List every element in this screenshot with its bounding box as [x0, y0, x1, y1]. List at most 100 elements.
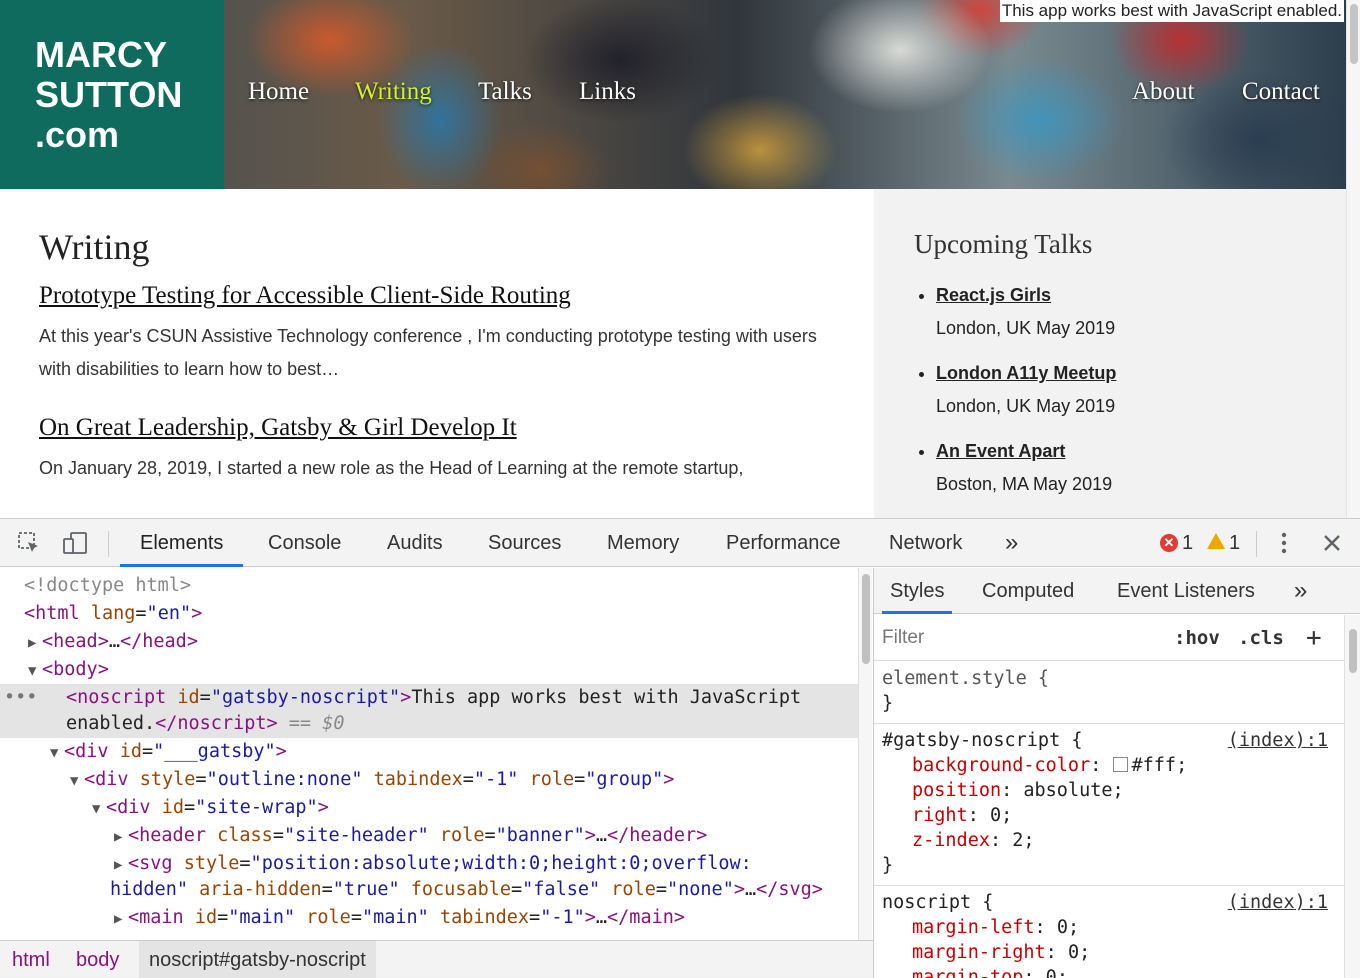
site-logo[interactable]: MARCY SUTTON .com — [0, 0, 224, 189]
expand-arrow-icon[interactable]: ▶ — [28, 629, 42, 657]
dom-breadcrumb: html body noscript#gatsby-noscript — [0, 940, 873, 978]
nav-writing[interactable]: Writing — [355, 78, 432, 106]
tab-computed[interactable]: Computed — [974, 568, 1082, 614]
node-menu-icon[interactable]: ••• — [4, 684, 37, 712]
page-scrollbar[interactable] — [1346, 0, 1360, 518]
collapse-arrow-icon[interactable]: ▼ — [92, 795, 106, 823]
talk-link[interactable]: An Event Apart — [936, 441, 1065, 461]
style-rule-gatsby-noscript[interactable]: #gatsby-noscript { (index):1 background-… — [874, 724, 1344, 886]
device-toolbar-icon[interactable] — [62, 531, 88, 557]
dom-head[interactable]: ▶ <head>…</head> — [28, 628, 198, 656]
style-property[interactable]: z-index: 2; — [882, 828, 1336, 853]
breadcrumb-body[interactable]: body — [66, 941, 129, 978]
dom-html[interactable]: <html lang="en"> — [24, 600, 202, 628]
collapse-arrow-icon[interactable]: ▼ — [50, 739, 64, 767]
tab-console[interactable]: Console — [248, 519, 361, 567]
toolbar-divider — [1256, 531, 1257, 557]
style-property[interactable]: margin-left: 0; — [882, 915, 1336, 940]
talk-link[interactable]: London A11y Meetup — [936, 363, 1116, 383]
tab-memory[interactable]: Memory — [587, 519, 699, 567]
rule-close-brace: } — [882, 855, 894, 876]
tab-styles[interactable]: Styles — [882, 568, 953, 614]
collapse-arrow-icon[interactable]: ▼ — [70, 767, 84, 795]
dom-div-gatsby[interactable]: ▼ <div id="___gatsby"> — [50, 738, 287, 766]
collapse-arrow-icon[interactable]: ▼ — [28, 657, 42, 685]
nav-about[interactable]: About — [1132, 78, 1195, 106]
dom-main[interactable]: ▶ <main id="main" role="main" tabindex="-… — [114, 904, 685, 932]
styles-filter-bar: :hov .cls + — [874, 615, 1344, 661]
sidebar: Upcoming Talks React.js Girls London, UK… — [874, 189, 1346, 518]
nav-home[interactable]: Home — [248, 78, 309, 106]
tab-elements[interactable]: Elements — [120, 519, 244, 567]
logo-line-2: SUTTON — [35, 74, 183, 115]
nav-links[interactable]: Links — [579, 78, 636, 106]
noscript-message: This app works best with JavaScript enab… — [999, 0, 1344, 22]
toolbar-divider — [108, 531, 109, 557]
tab-network[interactable]: Network — [869, 519, 982, 567]
dom-svg[interactable]: ▶ <svg style="position:absolute;width:0;h… — [114, 850, 752, 878]
error-count: 1 — [1182, 532, 1194, 554]
talk-link[interactable]: React.js Girls — [936, 285, 1051, 305]
rule-selector: element.style { — [882, 668, 1050, 689]
tab-audits[interactable]: Audits — [367, 519, 463, 567]
kebab-menu-icon[interactable] — [1271, 531, 1297, 557]
tab-event-listeners[interactable]: Event Listeners — [1109, 568, 1263, 614]
dom-div-group[interactable]: ▼ <div style="outline:none" tabindex="-1"… — [70, 766, 674, 794]
elements-scrollbar[interactable] — [858, 568, 872, 940]
breadcrumb-html[interactable]: html — [2, 941, 60, 978]
dom-noscript-selected[interactable]: <noscript id="gatsby-noscript">This app … — [66, 684, 801, 712]
styles-tabbar: Styles Computed Event Listeners » — [874, 568, 1360, 614]
styles-pane: Styles Computed Event Listeners » :hov .… — [873, 568, 1360, 978]
nav-contact[interactable]: Contact — [1242, 78, 1320, 106]
post-title-2[interactable]: On Great Leadership, Gatsby & Girl Devel… — [39, 412, 839, 444]
styles-scrollbar[interactable] — [1344, 615, 1360, 978]
main-content: Writing Prototype Testing for Accessible… — [39, 222, 839, 485]
elements-tree: <!doctype html> <html lang="en"> ▶ <head>… — [0, 568, 858, 940]
warning-counter[interactable]: 1 — [1207, 531, 1240, 555]
error-icon: ✕ — [1160, 534, 1178, 552]
expand-arrow-icon[interactable]: ▶ — [114, 905, 128, 933]
add-rule-icon[interactable]: + — [1306, 623, 1322, 653]
style-property[interactable]: margin-top: 0; — [882, 965, 1336, 978]
hov-toggle[interactable]: :hov — [1174, 623, 1220, 653]
more-tabs-icon[interactable]: » — [985, 519, 1038, 567]
more-panes-icon[interactable]: » — [1286, 568, 1315, 614]
warning-icon — [1207, 533, 1225, 549]
devtools-toolbar: Elements Console Audits Sources Memory P… — [0, 519, 1360, 567]
styles-scrollbar-thumb[interactable] — [1349, 629, 1357, 673]
talk-item: React.js Girls London, UK May 2019 — [936, 279, 1346, 345]
color-swatch[interactable] — [1112, 757, 1128, 772]
rule-source-link[interactable]: (index):1 — [1228, 728, 1328, 753]
style-rule-noscript[interactable]: noscript { (index):1 margin-left: 0; mar… — [874, 886, 1344, 978]
tab-sources[interactable]: Sources — [468, 519, 581, 567]
style-property[interactable]: background-color: #fff; — [882, 753, 1336, 778]
dom-svg-cont: hidden" aria-hidden="true" focusable="fa… — [110, 879, 823, 900]
style-property[interactable]: position: absolute; — [882, 778, 1336, 803]
elements-scrollbar-thumb[interactable] — [862, 574, 870, 664]
close-icon[interactable] — [1319, 531, 1345, 557]
talk-item: London A11y Meetup London, UK May 2019 — [936, 357, 1346, 423]
expand-arrow-icon[interactable]: ▶ — [114, 851, 128, 879]
post-excerpt-1: At this year's CSUN Assistive Technology… — [39, 326, 817, 379]
breadcrumb-noscript[interactable]: noscript#gatsby-noscript — [139, 941, 376, 978]
dom-doctype[interactable]: <!doctype html> — [24, 572, 191, 600]
inspect-element-icon[interactable] — [16, 531, 42, 557]
page-title: Writing — [39, 227, 150, 267]
dom-header[interactable]: ▶ <header class="site-header" role="banne… — [114, 822, 707, 850]
style-rule-element[interactable]: element.style { } — [874, 662, 1344, 724]
dom-div-sitewrap[interactable]: ▼ <div id="site-wrap"> — [92, 794, 329, 822]
nav-talks[interactable]: Talks — [478, 78, 532, 106]
logo-line-1: MARCY — [35, 34, 167, 75]
rule-source-link[interactable]: (index):1 — [1228, 890, 1328, 915]
page-scrollbar-thumb[interactable] — [1350, 4, 1358, 64]
dom-body[interactable]: ▼ <body> — [28, 656, 109, 684]
post-excerpt-2: On January 28, 2019, I started a new rol… — [39, 458, 744, 478]
tab-performance[interactable]: Performance — [706, 519, 861, 567]
expand-arrow-icon[interactable]: ▶ — [114, 823, 128, 851]
style-property[interactable]: right: 0; — [882, 803, 1336, 828]
cls-toggle[interactable]: .cls — [1238, 623, 1284, 653]
error-counter[interactable]: ✕ 1 — [1160, 531, 1193, 555]
style-property[interactable]: margin-right: 0; — [882, 940, 1336, 965]
styles-filter-input[interactable] — [878, 623, 1154, 653]
post-title-1[interactable]: Prototype Testing for Accessible Client-… — [39, 280, 839, 312]
